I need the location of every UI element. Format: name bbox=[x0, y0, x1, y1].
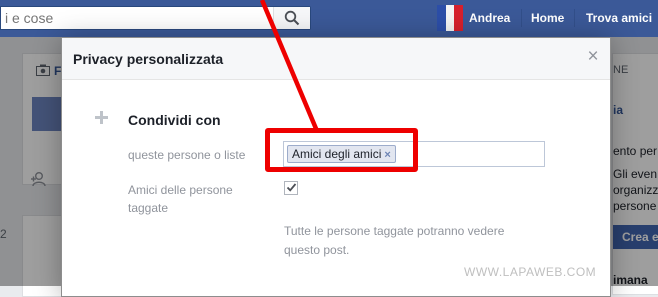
watermark: WWW.LAPAWEB.COM bbox=[464, 265, 597, 279]
annotation-highlight-box bbox=[265, 128, 418, 172]
